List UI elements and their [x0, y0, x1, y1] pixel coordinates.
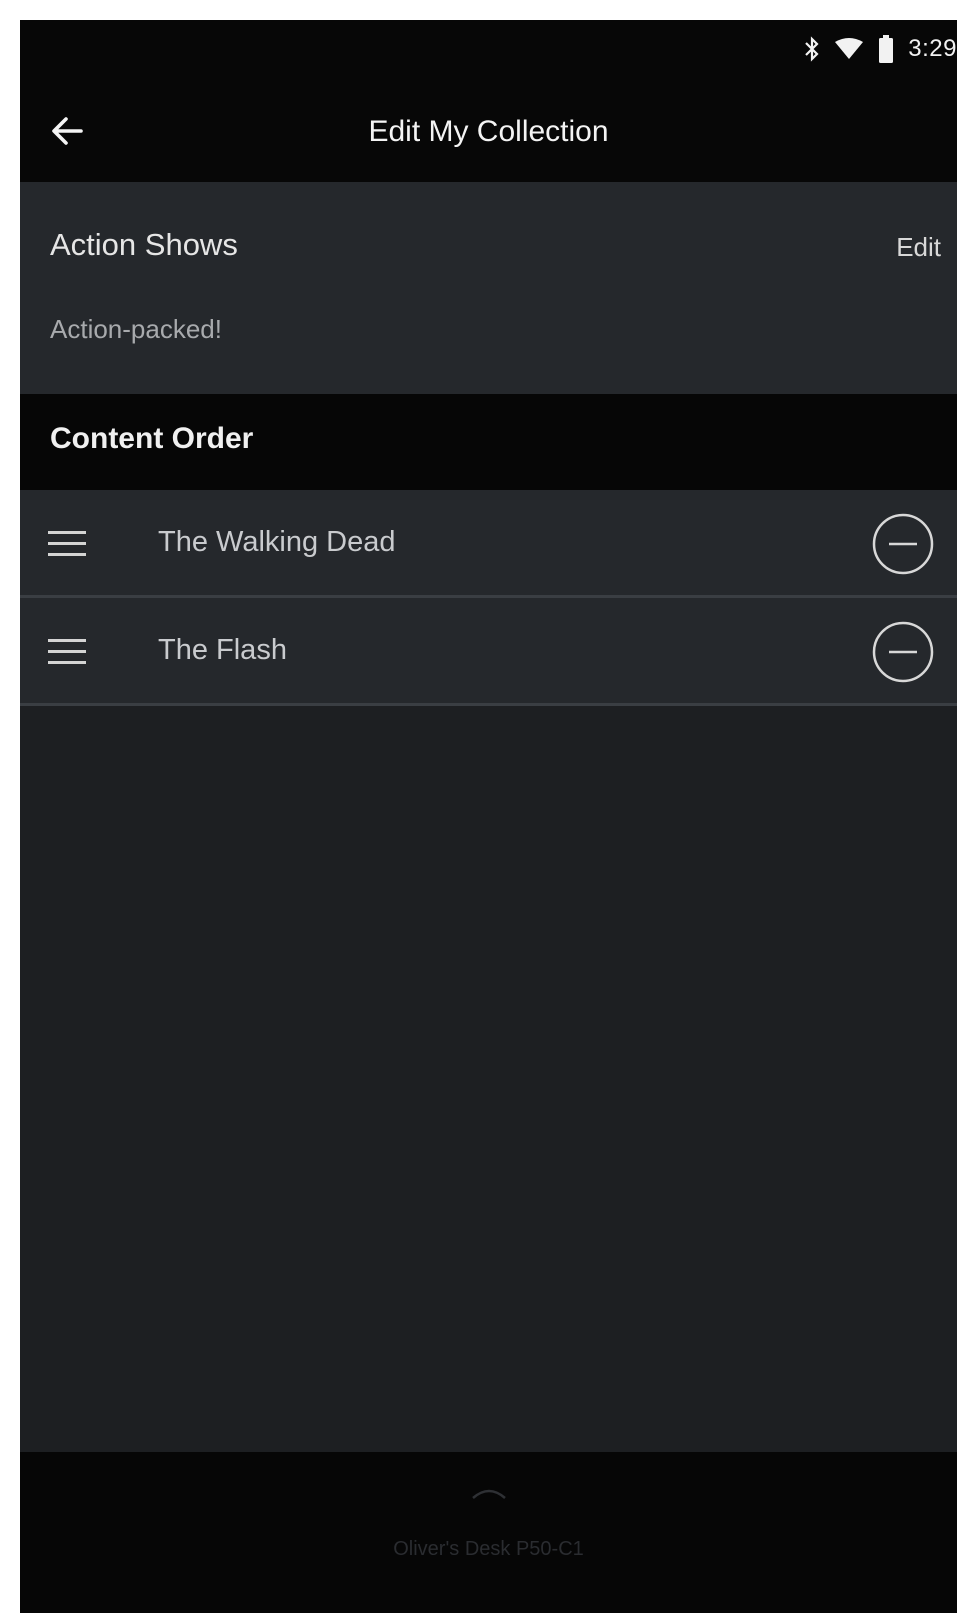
content-order-list: The Walking Dead The Flash	[20, 490, 957, 706]
status-bar: 3:29	[20, 20, 957, 82]
screen: 3:29 Edit My Collection Action Shows Edi…	[20, 20, 957, 1613]
collection-name: Action Shows	[50, 227, 238, 262]
status-time: 3:29	[908, 35, 957, 62]
section-title: Content Order	[50, 422, 254, 455]
page-title: Edit My Collection	[368, 115, 609, 148]
list-item-title: The Flash	[158, 634, 287, 666]
list-item[interactable]: The Walking Dead	[20, 490, 957, 598]
battery-icon	[878, 35, 894, 63]
status-icons: 3:29	[804, 34, 957, 64]
chevron-up-icon[interactable]	[469, 1482, 509, 1502]
device-name: Oliver's Desk P50-C1	[393, 1538, 584, 1560]
collection-info-card: Action Shows Edit Action-packed!	[20, 182, 957, 394]
collection-description: Action-packed!	[50, 314, 222, 344]
drag-handle-icon[interactable]	[48, 530, 86, 558]
wifi-icon	[834, 38, 864, 60]
arrow-left-icon	[51, 116, 83, 150]
remove-circle-icon[interactable]	[871, 512, 935, 576]
bluetooth-icon	[804, 36, 820, 62]
edit-collection-button[interactable]: Edit	[896, 232, 941, 263]
back-button[interactable]	[44, 110, 90, 156]
app-bar: Edit My Collection	[20, 82, 957, 182]
content-order-header: Content Order	[20, 394, 957, 490]
list-item[interactable]: The Flash	[20, 598, 957, 706]
remove-circle-icon[interactable]	[871, 620, 935, 684]
drag-handle-icon[interactable]	[48, 638, 86, 666]
device-bar[interactable]: Oliver's Desk P50-C1	[20, 1452, 957, 1613]
list-item-title: The Walking Dead	[158, 526, 396, 558]
